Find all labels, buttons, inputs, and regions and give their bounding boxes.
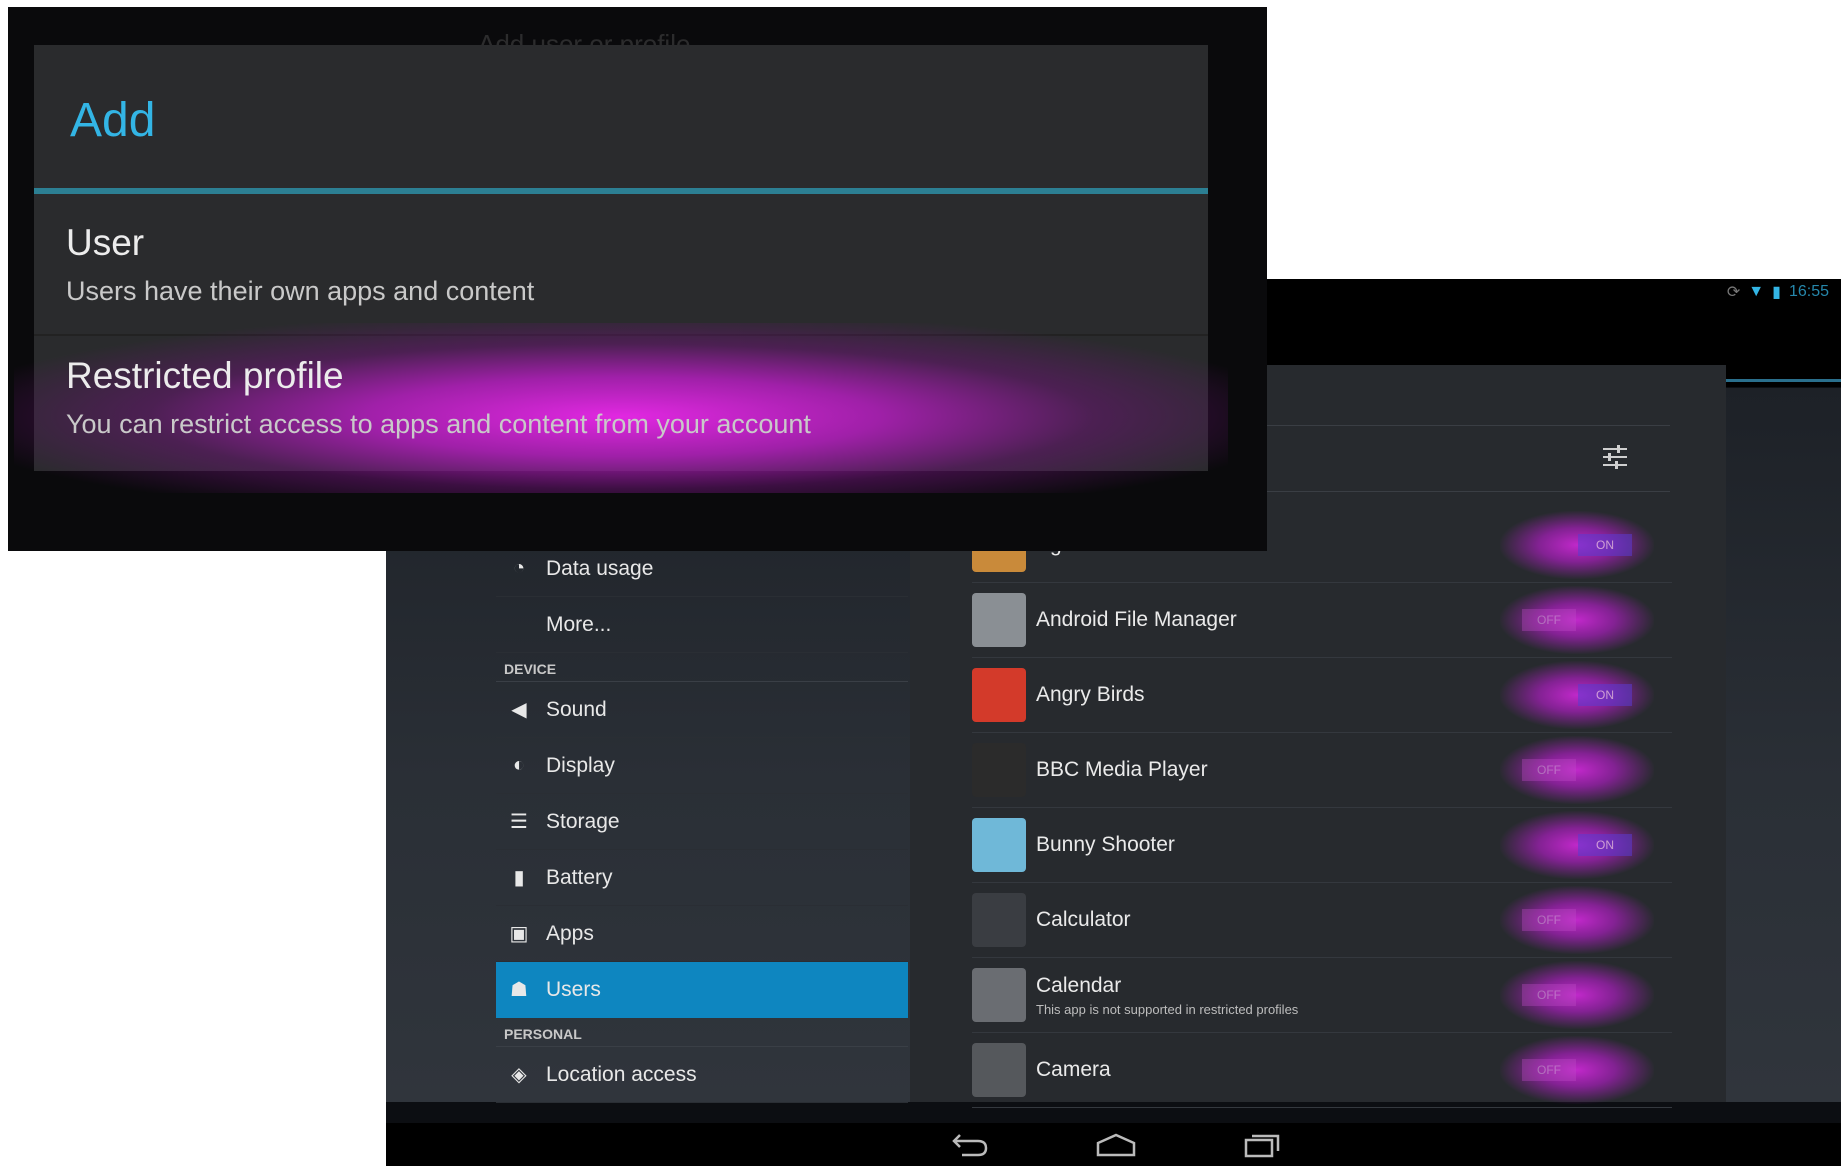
app-icon: [972, 668, 1026, 722]
sync-icon: ⟳: [1726, 284, 1741, 301]
option-description: Users have their own apps and content: [66, 276, 535, 306]
section-header-personal: PERSONAL: [496, 1018, 908, 1047]
toggle-state-label: ON: [1578, 534, 1632, 556]
navigation-bar: [386, 1123, 1841, 1166]
apps-list: Agent DashONAndroid File ManagerOFFAngry…: [972, 508, 1672, 1108]
app-row: Android File Manager OFF: [972, 583, 1672, 658]
menu-item-label: Sound: [546, 697, 607, 721]
app-icon: [972, 968, 1026, 1022]
menu-item-label: Location access: [546, 1062, 697, 1086]
menu-item-label: Display: [546, 753, 615, 777]
toggle-state-label: OFF: [1522, 984, 1576, 1006]
menu-item-label: More...: [546, 612, 612, 636]
app-row: Camera OFF: [972, 1033, 1672, 1108]
app-toggle-switch[interactable]: OFF: [1500, 1036, 1654, 1104]
more-spacer: [506, 612, 532, 638]
location-icon: ◈: [511, 1064, 527, 1086]
settings-menu: ◔ Data usage More... DEVICE ◀ Sound ◐ Di…: [496, 541, 908, 1103]
app-toggle-switch[interactable]: ON: [1500, 661, 1654, 729]
sound-icon: ◀: [511, 699, 527, 721]
display-icon: ◐: [512, 754, 526, 776]
toggle-state-label: OFF: [1522, 759, 1576, 781]
option-restricted-profile[interactable]: Restricted profile You can restrict acce…: [14, 323, 1228, 493]
app-icon: [972, 818, 1026, 872]
toggle-state-label: OFF: [1522, 1059, 1576, 1081]
sliders-icon[interactable]: [1598, 440, 1632, 474]
app-toggle-switch[interactable]: ON: [1500, 511, 1654, 579]
home-icon[interactable]: [1094, 1131, 1138, 1159]
app-row: Calculator OFF: [972, 883, 1672, 958]
app-toggle-switch[interactable]: OFF: [1500, 961, 1654, 1029]
touch-highlight: [14, 323, 1228, 493]
users-icon: ☗: [510, 979, 528, 1001]
dialog-title-divider: [34, 188, 1208, 194]
menu-item-battery[interactable]: ▮ Battery: [496, 850, 908, 906]
app-icon: [972, 593, 1026, 647]
app-toggle-switch[interactable]: OFF: [1500, 586, 1654, 654]
toggle-state-label: ON: [1578, 834, 1632, 856]
menu-item-label: Battery: [546, 865, 613, 889]
menu-item-storage[interactable]: ☰ Storage: [496, 794, 908, 850]
toggle-state-label: ON: [1578, 684, 1632, 706]
option-description: You can restrict access to apps and cont…: [66, 409, 811, 439]
app-toggle-switch[interactable]: OFF: [1500, 886, 1654, 954]
status-time: 16:55: [1788, 283, 1829, 300]
menu-item-users[interactable]: ☗ Users: [496, 962, 908, 1018]
toggle-state-label: OFF: [1522, 609, 1576, 631]
battery-icon: ▮: [513, 867, 525, 889]
menu-item-label: Storage: [546, 809, 620, 833]
app-toggle-switch[interactable]: OFF: [1500, 736, 1654, 804]
wifi-icon: ▼: [1748, 283, 1765, 300]
menu-item-label: Users: [546, 977, 601, 1001]
recent-apps-icon[interactable]: [1240, 1131, 1284, 1159]
app-row: Angry Birds ON: [972, 658, 1672, 733]
dialog-title: Add: [70, 94, 156, 147]
status-icons: ⟳ ▼ ▮ 16:55: [1727, 282, 1829, 302]
option-title: Restricted profile: [66, 355, 344, 396]
option-user[interactable]: User Users have their own apps and conte…: [34, 200, 1208, 336]
add-dialog: Add User Users have their own apps and c…: [14, 45, 1228, 493]
section-header-device: DEVICE: [496, 653, 908, 682]
add-dialog-screen: Add user or profile Add User Users have …: [8, 7, 1267, 551]
menu-item-display[interactable]: ◐ Display: [496, 738, 908, 794]
app-icon: [972, 893, 1026, 947]
option-title: User: [66, 222, 145, 263]
battery-status-icon: ▮: [1772, 284, 1781, 301]
back-icon[interactable]: [948, 1131, 992, 1159]
menu-item-sound[interactable]: ◀ Sound: [496, 682, 908, 738]
app-icon: [972, 1043, 1026, 1097]
apps-icon: ▣: [509, 923, 529, 945]
app-row: Calendar This app is not supported in res…: [972, 958, 1672, 1033]
app-row: BBC Media Player OFF: [972, 733, 1672, 808]
data-usage-icon: ◔: [512, 557, 526, 579]
menu-item-label: Apps: [546, 921, 594, 945]
menu-item-location-access[interactable]: ◈ Location access: [496, 1047, 908, 1103]
menu-item-more[interactable]: More...: [496, 597, 908, 653]
storage-icon: ☰: [510, 811, 528, 833]
menu-item-apps[interactable]: ▣ Apps: [496, 906, 908, 962]
toggle-state-label: OFF: [1522, 909, 1576, 931]
app-toggle-switch[interactable]: ON: [1500, 811, 1654, 879]
app-row: Bunny Shooter ON: [972, 808, 1672, 883]
menu-item-label: Data usage: [546, 556, 654, 580]
app-icon: [972, 743, 1026, 797]
